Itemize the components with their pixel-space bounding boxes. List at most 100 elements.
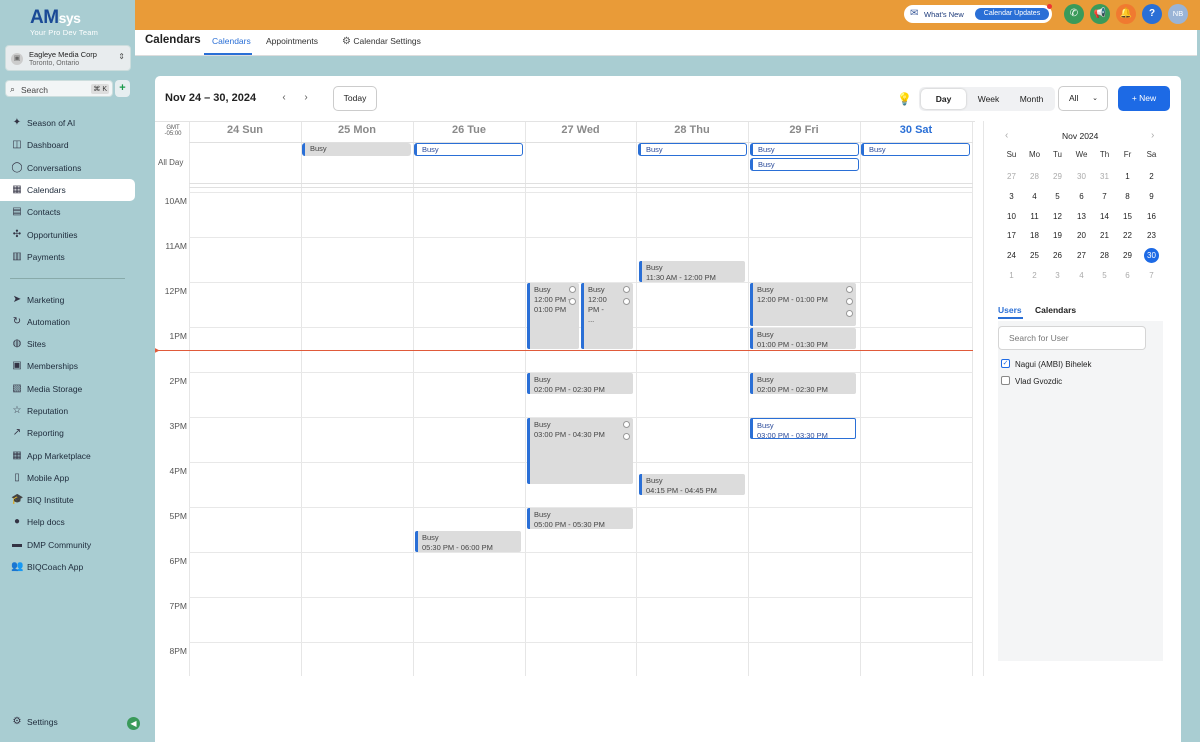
sidebar-item-help-docs[interactable]: ● Help docs <box>0 511 135 533</box>
bell-icon[interactable]: 🔔 <box>1116 4 1136 24</box>
today-button[interactable]: Today <box>333 86 377 111</box>
mini-calendar-day[interactable]: 18 <box>1023 231 1046 240</box>
event-block[interactable]: Busy 05:00 PM - 05:30 PM <box>527 508 633 529</box>
sidebar-item-biqcoach-app[interactable]: 👥 BIQCoach App <box>0 556 135 578</box>
mini-calendar-day[interactable]: 30 <box>1070 172 1093 181</box>
user-search-input[interactable]: Search for User <box>998 326 1146 350</box>
event-block[interactable]: Busy 02:00 PM - 02:30 PM <box>750 373 856 394</box>
mini-calendar-day[interactable]: 4 <box>1023 192 1046 201</box>
event-block[interactable]: Busy 02:00 PM - 02:30 PM <box>527 373 633 394</box>
sidebar-item-calendars[interactable]: ▦ Calendars <box>0 179 135 201</box>
settings-small-icon[interactable] <box>623 286 630 293</box>
avatar[interactable]: NB <box>1168 4 1188 24</box>
event-block[interactable]: Busy 03:00 PM - 03:30 PM <box>750 418 856 439</box>
tab-right-calendars[interactable]: Calendars <box>1035 305 1076 315</box>
new-button[interactable]: + New <box>1118 86 1170 111</box>
mini-calendar-day[interactable]: 6 <box>1070 192 1093 201</box>
mini-calendar-day[interactable]: 3 <box>1000 192 1023 201</box>
announcement-icon[interactable]: 📢 <box>1090 4 1110 24</box>
day-header[interactable]: 24 Sun <box>189 124 301 136</box>
user-checkbox[interactable]: ✓ <box>1001 359 1010 368</box>
mini-calendar-day[interactable]: 29 <box>1046 172 1069 181</box>
mini-calendar-day[interactable]: 22 <box>1116 231 1139 240</box>
day-header[interactable]: 27 Wed <box>525 124 636 136</box>
sidebar-item-marketing[interactable]: ➤ Marketing <box>0 289 135 311</box>
sidebar-item-dashboard[interactable]: ◫ Dashboard <box>0 134 135 156</box>
calendar-small-icon[interactable] <box>623 298 630 305</box>
calendar-small-icon[interactable] <box>846 298 853 305</box>
mini-calendar-day[interactable]: 14 <box>1093 212 1116 221</box>
refresh-small-icon[interactable] <box>846 310 853 317</box>
filter-select[interactable]: All ⌄ <box>1058 86 1108 111</box>
whats-new-pill[interactable]: ✉ What's New Calendar Updates <box>904 4 1052 23</box>
view-week[interactable]: Week <box>966 87 1011 111</box>
all-day-event[interactable]: Busy <box>750 143 859 156</box>
all-day-event[interactable]: Busy <box>302 143 411 156</box>
sidebar-item-settings[interactable]: ⚙ Settings <box>0 711 135 733</box>
view-day[interactable]: Day <box>921 89 966 109</box>
user-checkbox[interactable] <box>1001 376 1010 385</box>
day-header[interactable]: 29 Fri <box>748 124 860 136</box>
mini-calendar-day[interactable]: 28 <box>1093 251 1116 260</box>
sidebar-item-automation[interactable]: ↻ Automation <box>0 311 135 333</box>
sidebar-item-dmp-community[interactable]: ▬ DMP Community <box>0 534 135 556</box>
mini-calendar-day[interactable]: 12 <box>1046 212 1069 221</box>
view-month[interactable]: Month <box>1009 87 1054 111</box>
event-block[interactable]: Busy 12:00 PM - ... <box>581 283 633 349</box>
mini-calendar-day[interactable]: 8 <box>1116 192 1139 201</box>
sidebar-item-opportunities[interactable]: ✣ Opportunities <box>0 224 135 246</box>
next-month-button[interactable]: › <box>1151 130 1154 141</box>
sidebar-item-reputation[interactable]: ☆ Reputation <box>0 400 135 422</box>
mini-calendar-day[interactable]: 15 <box>1116 212 1139 221</box>
sidebar-item-media-storage[interactable]: ▧ Media Storage <box>0 378 135 400</box>
sidebar-item-biq-institute[interactable]: 🎓 BIQ Institute <box>0 489 135 511</box>
settings-small-icon[interactable] <box>623 421 630 428</box>
day-header[interactable]: 26 Tue <box>413 124 525 136</box>
settings-small-icon[interactable] <box>846 286 853 293</box>
event-block[interactable]: Busy 12:00 PM - 01:00 PM <box>527 283 579 349</box>
event-block[interactable]: Busy 03:00 PM - 04:30 PM <box>527 418 633 484</box>
mini-calendar-day[interactable]: 25 <box>1023 251 1046 260</box>
mini-calendar-day[interactable]: 1 <box>1000 271 1023 280</box>
account-switcher[interactable]: ▣ Eagleye Media Corp Toronto, Ontario ⇕ <box>5 45 131 71</box>
calendar-updates-badge[interactable]: Calendar Updates <box>975 8 1049 20</box>
sidebar-item-payments[interactable]: ▥ Payments <box>0 246 135 268</box>
mini-calendar-day[interactable]: 20 <box>1070 231 1093 240</box>
mini-calendar-day[interactable]: 29 <box>1116 251 1139 260</box>
sidebar-item-conversations[interactable]: ◯ Conversations <box>0 157 135 179</box>
day-header[interactable]: 30 Sat <box>860 124 972 136</box>
tab-calendar-settings[interactable]: ⚙ Calendar Settings <box>342 36 421 47</box>
mini-calendar-day[interactable]: 9 <box>1140 192 1163 201</box>
mini-calendar-day[interactable]: 5 <box>1046 192 1069 201</box>
event-block[interactable]: Busy 12:00 PM - 01:00 PM <box>750 283 856 326</box>
all-day-event[interactable]: Busy <box>750 158 859 171</box>
mini-calendar-day[interactable]: 1 <box>1116 172 1139 181</box>
tab-appointments[interactable]: Appointments <box>266 36 318 46</box>
tab-users[interactable]: Users <box>998 305 1022 315</box>
mini-calendar-day[interactable]: 3 <box>1046 271 1069 280</box>
settings-small-icon[interactable] <box>569 286 576 293</box>
next-week-button[interactable]: › <box>297 89 315 107</box>
all-day-event[interactable]: Busy <box>861 143 970 156</box>
quick-add-button[interactable]: + <box>115 80 130 97</box>
event-block[interactable]: Busy 04:15 PM - 04:45 PM <box>639 474 745 496</box>
mini-calendar-day[interactable]: 10 <box>1000 212 1023 221</box>
sidebar-item-memberships[interactable]: ▣ Memberships <box>0 355 135 377</box>
prev-week-button[interactable]: ‹ <box>275 89 293 107</box>
sidebar-item-sites[interactable]: ◍ Sites <box>0 333 135 355</box>
help-icon[interactable]: ? <box>1142 4 1162 24</box>
sidebar-item-mobile-app[interactable]: ▯ Mobile App <box>0 467 135 489</box>
mini-calendar-day[interactable]: 4 <box>1070 271 1093 280</box>
mini-calendar-day[interactable]: 31 <box>1093 172 1116 181</box>
mini-calendar-day[interactable]: 21 <box>1093 231 1116 240</box>
mini-calendar-day[interactable]: 5 <box>1093 271 1116 280</box>
event-block[interactable]: Busy 05:30 PM - 06:00 PM <box>415 530 521 552</box>
mini-calendar-day[interactable]: 11 <box>1023 212 1046 221</box>
sidebar-item-contacts[interactable]: ▤ Contacts <box>0 201 135 223</box>
phone-icon[interactable]: ✆ <box>1064 4 1084 24</box>
mini-calendar-day[interactable]: 24 <box>1000 251 1023 260</box>
mini-calendar-day[interactable]: 2 <box>1140 172 1163 181</box>
day-header[interactable]: 25 Mon <box>301 124 413 136</box>
prev-month-button[interactable]: ‹ <box>1005 130 1008 141</box>
lightbulb-icon[interactable]: 💡 <box>897 92 912 106</box>
